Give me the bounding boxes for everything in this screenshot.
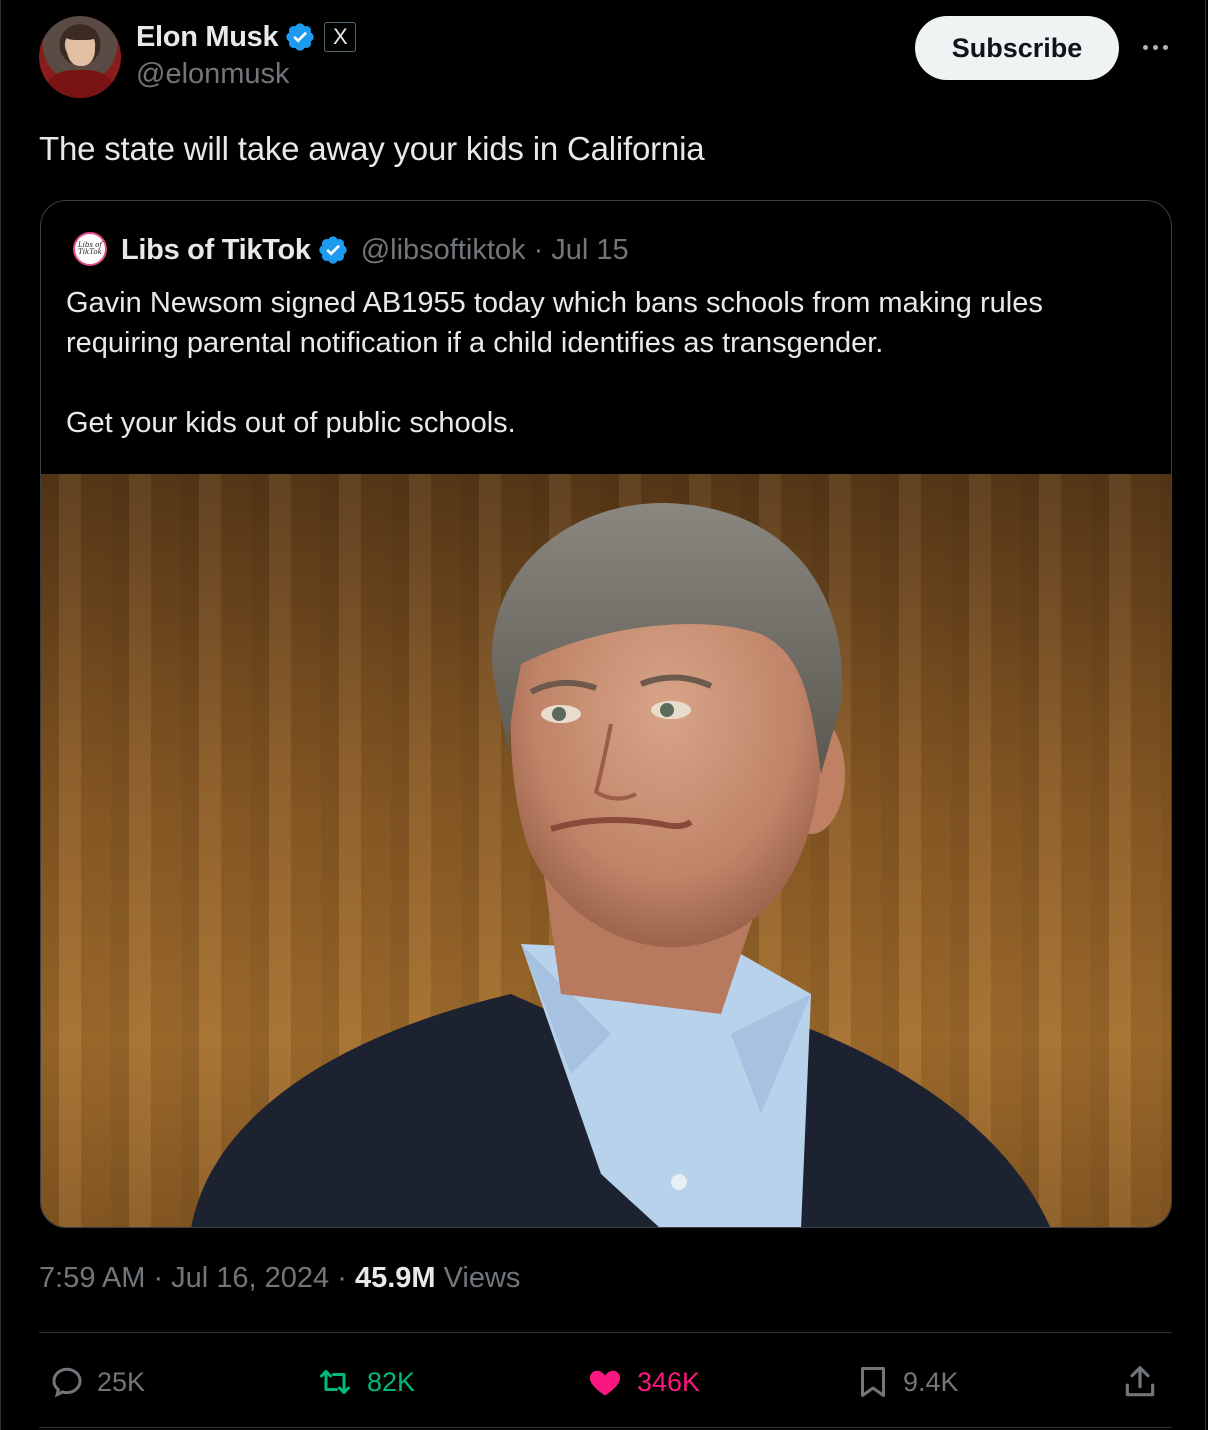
bookmark-button[interactable]: 9.4K: [855, 1352, 959, 1412]
views-count[interactable]: 45.9M: [355, 1262, 436, 1295]
views-label: Views: [443, 1262, 521, 1294]
heart-icon: [589, 1370, 621, 1396]
repost-count: 82K: [367, 1366, 416, 1397]
author-handle[interactable]: @elonmusk: [136, 58, 290, 91]
portrait-illustration: [191, 503, 1051, 1227]
quoted-tweet-text: Gavin Newsom signed AB1955 today which b…: [66, 283, 1146, 443]
quoted-author-avatar: Libs of TikTok: [73, 232, 107, 266]
avatar-hair: [65, 26, 97, 40]
author-display-name[interactable]: Elon Musk: [136, 21, 279, 54]
quoted-tweet-header: Libs of TikTok @libsoftiktok · Jul 15: [121, 231, 629, 269]
share-icon: [1125, 1366, 1155, 1397]
timestamp[interactable]: 7:59 AM · Jul 16, 2024 ·: [39, 1262, 355, 1295]
quoted-handle-date: @libsoftiktok · Jul 15: [360, 233, 629, 266]
reply-count: 25K: [97, 1366, 146, 1397]
subscribe-button[interactable]: Subscribe: [915, 16, 1119, 80]
bookmark-count: 9.4K: [903, 1366, 959, 1397]
bookmark-icon: [861, 1367, 885, 1397]
quoted-tweet-photo[interactable]: [41, 474, 1171, 1227]
author-avatar[interactable]: [39, 16, 121, 98]
tweet-detail-frame: Elon Musk X @elonmusk Subscribe The stat…: [0, 0, 1206, 1430]
like-count: 346K: [637, 1366, 701, 1397]
repost-button[interactable]: 82K: [315, 1352, 415, 1412]
quoted-tweet-card[interactable]: Libs of TikTok Libs of TikTok @libsoftik…: [40, 200, 1172, 1228]
verified-badge-icon[interactable]: [284, 21, 316, 53]
reply-icon: [52, 1367, 82, 1398]
tweet-meta: 7:59 AM · Jul 16, 2024 · 45.9M Views: [39, 1262, 520, 1295]
repost-indicator: [91, 0, 301, 4]
author-name-row: Elon Musk X: [136, 18, 357, 56]
avatar-body: [47, 70, 113, 98]
reply-button[interactable]: 25K: [49, 1352, 145, 1412]
share-button[interactable]: [1121, 1352, 1159, 1412]
like-button[interactable]: 346K: [585, 1352, 700, 1412]
quoted-paragraph-2: Get your kids out of public schools.: [66, 407, 516, 439]
actions-divider: [39, 1427, 1172, 1428]
repost-icon: [320, 1370, 350, 1394]
quoted-paragraph-1: Gavin Newsom signed AB1955 today which b…: [66, 287, 1043, 359]
meta-divider: [39, 1332, 1172, 1333]
more-options-icon[interactable]: [1135, 30, 1175, 64]
quoted-author-name: Libs of TikTok: [121, 233, 311, 266]
x-affiliation-icon[interactable]: X: [324, 22, 357, 52]
tweet-actions-bar: 25K 82K 346K 9.4K: [39, 1352, 1172, 1412]
quoted-verified-badge-icon: [319, 236, 347, 264]
tweet-text: The state will take away your kids in Ca…: [39, 130, 705, 167]
